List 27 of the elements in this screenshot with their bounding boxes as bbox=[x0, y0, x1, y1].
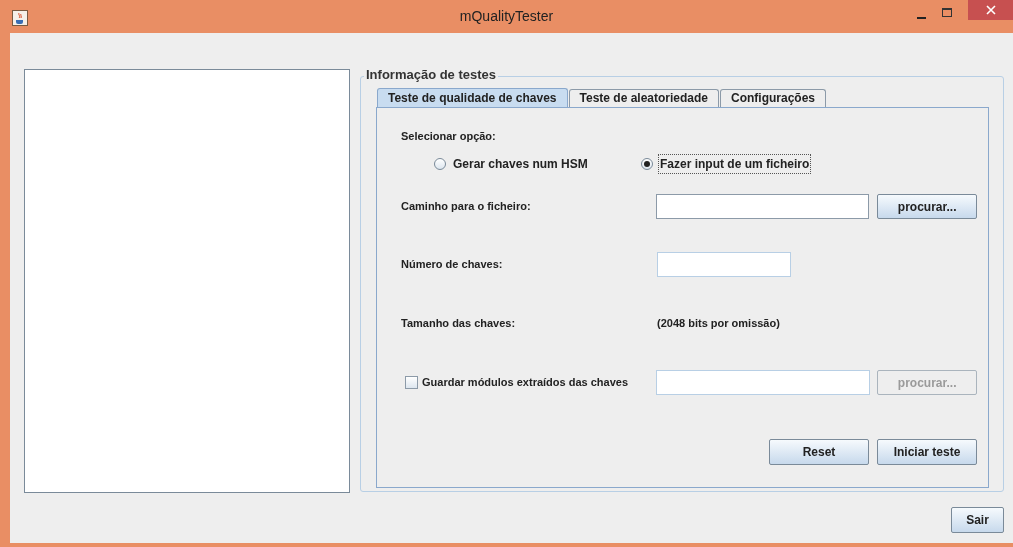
group-title: Informação de testes bbox=[364, 67, 499, 83]
key-size-value: (2048 bits por omissão) bbox=[657, 316, 780, 332]
tab[interactable]: Teste de aleatoriedade bbox=[568, 89, 719, 107]
java-cup-icon bbox=[12, 10, 28, 26]
field-label: Número de chaves: bbox=[401, 257, 504, 273]
field-label: Caminho para o ficheiro: bbox=[401, 199, 532, 215]
file-path-field[interactable] bbox=[656, 194, 870, 219]
option-label: Selecionar opção: bbox=[401, 129, 497, 143]
tab[interactable]: Configurações bbox=[720, 89, 827, 107]
checkbox-label[interactable]: Guardar módulos extraídos das chaves bbox=[422, 374, 629, 391]
window-title: mQualityTester bbox=[459, 7, 554, 26]
radio-button[interactable] bbox=[641, 158, 653, 170]
field-label: Tamanho das chaves: bbox=[401, 316, 517, 332]
maximize-icon[interactable] bbox=[942, 8, 952, 17]
action-button[interactable]: Reset bbox=[769, 439, 869, 465]
modules-path-field[interactable] bbox=[656, 370, 871, 395]
close-icon bbox=[985, 5, 996, 15]
radio-label[interactable]: Gerar chaves num HSM bbox=[451, 154, 590, 174]
checkbox[interactable] bbox=[405, 376, 418, 389]
radio-button[interactable] bbox=[434, 158, 446, 170]
close-button[interactable] bbox=[968, 0, 1013, 20]
exit-button[interactable]: Sair bbox=[951, 507, 1004, 533]
action-button[interactable]: Iniciar teste bbox=[877, 439, 977, 465]
radio-label[interactable]: Fazer input de um ficheiro bbox=[658, 154, 812, 174]
browse-button[interactable]: procurar... bbox=[877, 194, 977, 219]
tab[interactable]: Teste de qualidade de chaves bbox=[377, 88, 568, 107]
key-count-field[interactable] bbox=[657, 252, 791, 277]
